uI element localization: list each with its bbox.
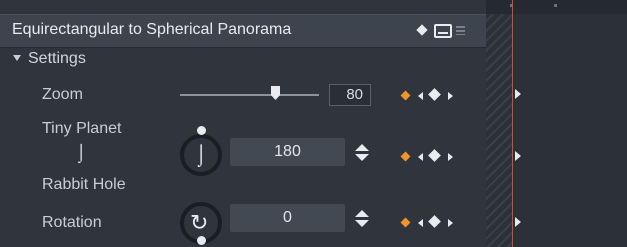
rotate-icon: ↻ xyxy=(190,210,209,235)
rotation-dial-handle[interactable] xyxy=(197,236,206,245)
timeline-ruler[interactable] xyxy=(486,0,627,14)
keyframe-timeline[interactable] xyxy=(486,0,627,247)
keyframe-diamond-icon[interactable] xyxy=(428,215,441,228)
tiny-planet-label: Tiny Planet xyxy=(42,120,122,137)
increment-icon[interactable] xyxy=(355,210,369,217)
tiny-planet-value-field[interactable]: 180 xyxy=(230,138,345,166)
zoom-keyframe-marker[interactable] xyxy=(515,89,521,99)
tiny-planet-dial-handle[interactable] xyxy=(197,126,206,135)
increment-icon[interactable] xyxy=(355,144,369,151)
previous-keyframe-icon[interactable] xyxy=(418,153,423,161)
timeline-hatched-region xyxy=(486,0,512,247)
rotation-spinner[interactable] xyxy=(355,209,369,229)
next-keyframe-icon[interactable] xyxy=(448,153,453,161)
add-keyframe-icon[interactable] xyxy=(400,90,411,101)
dial-indicator-icon: ⌡ xyxy=(195,144,208,166)
menu-icon[interactable] xyxy=(456,25,465,35)
effect-title: Equirectangular to Spherical Panorama xyxy=(12,21,292,38)
zoom-slider-track[interactable] xyxy=(180,94,319,96)
previous-keyframe-icon[interactable] xyxy=(418,92,423,100)
effect-header[interactable]: Equirectangular to Spherical Panorama xyxy=(0,14,486,48)
rabbit-hole-label: Rabbit Hole xyxy=(42,176,126,193)
tiny-planet-keyframe-marker[interactable] xyxy=(515,151,521,161)
previous-keyframe-icon[interactable] xyxy=(418,219,423,227)
zoom-slider-thumb[interactable] xyxy=(271,86,280,100)
decrement-icon[interactable] xyxy=(355,154,369,161)
settings-section-toggle[interactable]: Settings xyxy=(0,47,486,73)
collapse-arrow-icon[interactable] xyxy=(13,55,21,61)
keyframe-diamond-icon[interactable] xyxy=(428,149,441,162)
next-keyframe-icon[interactable] xyxy=(448,219,453,227)
rotation-keyframe-marker[interactable] xyxy=(515,217,521,227)
decrement-icon[interactable] xyxy=(355,220,369,227)
add-keyframe-icon[interactable] xyxy=(400,151,411,162)
tiny-planet-spinner[interactable] xyxy=(355,143,369,163)
tiny-planet-indicator-icon: ⌡ xyxy=(76,143,87,162)
monitor-icon[interactable] xyxy=(434,24,452,38)
ruler-tick xyxy=(554,4,557,7)
keyframe-diamond-icon[interactable] xyxy=(428,88,441,101)
settings-section-label: Settings xyxy=(28,50,86,67)
add-keyframe-icon[interactable] xyxy=(400,217,411,228)
rotation-label: Rotation xyxy=(42,214,102,231)
zoom-value-input[interactable]: 80 xyxy=(329,84,371,106)
playhead[interactable] xyxy=(512,0,513,247)
keyframe-diamond-icon[interactable] xyxy=(416,24,428,36)
tiny-planet-dial[interactable]: ⌡ xyxy=(180,134,222,176)
zoom-label: Zoom xyxy=(42,86,83,103)
next-keyframe-icon[interactable] xyxy=(448,92,453,100)
effect-settings-panel: Equirectangular to Spherical Panorama Se… xyxy=(0,0,486,247)
rotation-value-field[interactable]: 0 xyxy=(230,204,345,232)
